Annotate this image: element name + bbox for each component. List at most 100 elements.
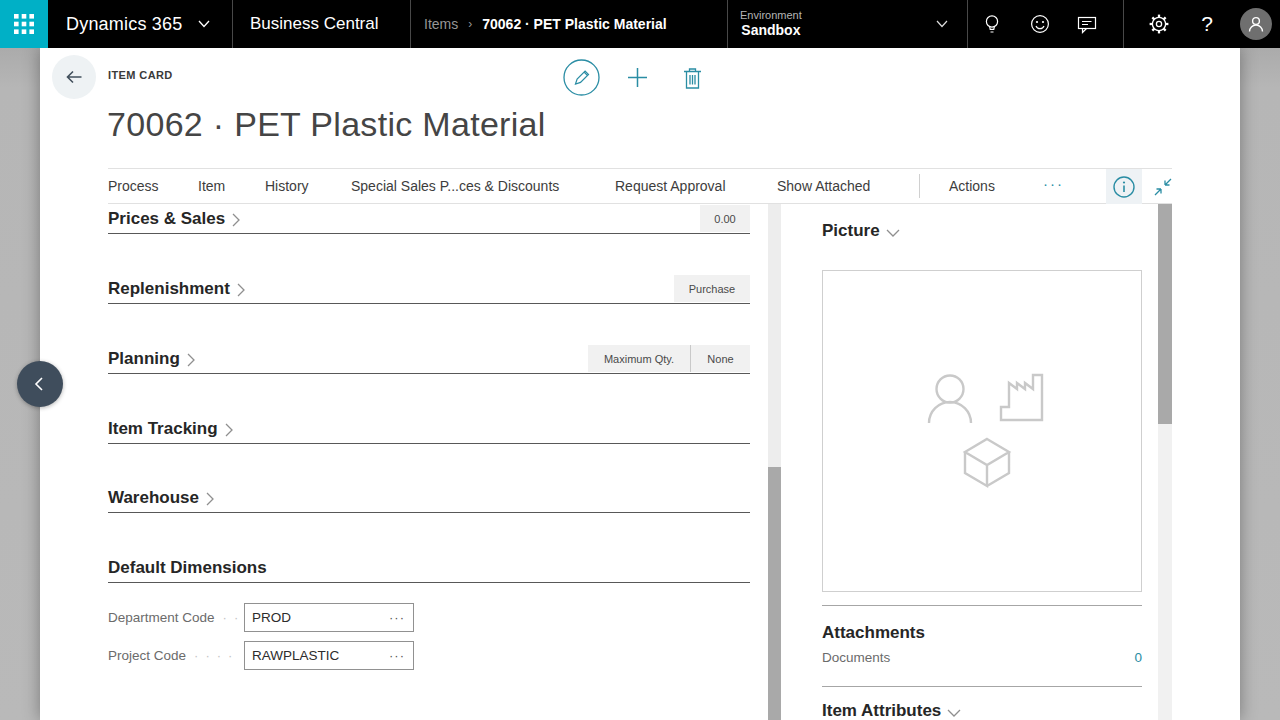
business-central-app: Dynamics 365 Business Central Items › 70… bbox=[0, 0, 1280, 720]
new-button[interactable] bbox=[627, 67, 648, 92]
chevron-right-icon bbox=[237, 283, 245, 297]
feedback-smiley-button[interactable] bbox=[1016, 0, 1064, 48]
section-label: Item Tracking bbox=[108, 419, 218, 439]
section-warehouse: Warehouse bbox=[108, 482, 750, 513]
menu-history[interactable]: History bbox=[265, 169, 309, 203]
avatar bbox=[1240, 8, 1272, 40]
card-type-label: ITEM CARD bbox=[108, 69, 173, 81]
right-pane-divider bbox=[822, 605, 1142, 606]
product-title-label: Business Central bbox=[250, 14, 379, 34]
section-default-dimensions-header: Default Dimensions bbox=[108, 558, 267, 578]
department-code-input[interactable]: PROD ··· bbox=[244, 603, 414, 632]
help-button[interactable]: ? bbox=[1183, 0, 1231, 48]
environment-chevron-icon[interactable] bbox=[936, 20, 948, 28]
trash-icon bbox=[683, 67, 702, 89]
breadcrumb-items-link[interactable]: Items bbox=[424, 16, 458, 32]
item-picture-placeholder[interactable] bbox=[822, 270, 1142, 592]
environment-picker[interactable]: Environment Sandbox bbox=[740, 0, 802, 48]
breadcrumb: Items › 70062 · PET Plastic Material bbox=[424, 0, 667, 48]
menu-special-sales[interactable]: Special Sales P...ces & Discounts bbox=[351, 169, 559, 203]
back-button[interactable] bbox=[52, 55, 96, 99]
chevron-down-icon bbox=[198, 20, 210, 28]
smiley-icon bbox=[1028, 12, 1052, 36]
section-item-tracking-header[interactable]: Item Tracking bbox=[108, 419, 233, 439]
section-default-dimensions: Default Dimensions bbox=[108, 552, 750, 583]
environment-label: Environment bbox=[740, 9, 802, 22]
settings-button[interactable] bbox=[1135, 0, 1183, 48]
page-scrollbar-thumb[interactable] bbox=[1158, 204, 1172, 424]
info-icon bbox=[1113, 176, 1135, 198]
environment-value: Sandbox bbox=[741, 22, 800, 39]
section-label: Attachments bbox=[822, 623, 925, 643]
chevron-left-icon bbox=[32, 376, 48, 392]
left-pane-scrollbar-thumb[interactable] bbox=[768, 467, 781, 720]
chevron-down-icon bbox=[886, 229, 900, 237]
assist-edit-button[interactable]: ··· bbox=[389, 610, 413, 625]
right-pane-divider bbox=[822, 686, 1142, 687]
action-menu-bar: Process Item History Special Sales P...c… bbox=[108, 168, 1172, 204]
page-scrollbar[interactable] bbox=[1158, 204, 1172, 720]
section-label: Planning bbox=[108, 349, 180, 369]
question-mark-icon: ? bbox=[1201, 12, 1213, 36]
topbar-divider bbox=[232, 0, 233, 48]
section-label: Default Dimensions bbox=[108, 558, 267, 578]
field-value: PROD bbox=[245, 610, 389, 625]
menu-actions[interactable]: Actions bbox=[949, 169, 995, 203]
section-prices-and-sales-header[interactable]: Prices & Sales bbox=[108, 209, 240, 229]
project-code-input[interactable]: RAWPLASTIC ··· bbox=[244, 641, 414, 670]
documents-label: Documents bbox=[822, 650, 890, 665]
chevron-down-icon bbox=[947, 709, 961, 717]
person-icon bbox=[1246, 14, 1266, 34]
documents-row: Documents 0 bbox=[822, 650, 1142, 672]
topbar-divider bbox=[1123, 0, 1124, 48]
section-label: Item Attributes bbox=[822, 701, 941, 720]
item-attributes-section-header[interactable]: Item Attributes bbox=[822, 701, 961, 720]
section-replenishment-header[interactable]: Replenishment bbox=[108, 279, 245, 299]
left-pane-scrollbar[interactable] bbox=[768, 204, 781, 720]
field-label: Project Code bbox=[108, 641, 186, 670]
field-department-code: Department Code ···················· PRO… bbox=[108, 603, 750, 632]
section-prices-and-sales: Prices & Sales 0.00 bbox=[108, 203, 750, 234]
pencil-icon bbox=[563, 59, 600, 96]
menu-overflow-button[interactable]: ··· bbox=[1043, 169, 1064, 203]
item-tracking-badge: None bbox=[690, 345, 750, 372]
menu-item-tab[interactable]: Item bbox=[198, 169, 225, 203]
menu-process[interactable]: Process bbox=[108, 169, 159, 203]
app-launcher-button[interactable] bbox=[0, 0, 48, 48]
chevron-right-icon bbox=[232, 213, 240, 227]
info-button[interactable] bbox=[1106, 169, 1142, 204]
back-arrow-icon bbox=[63, 66, 85, 88]
section-label: Replenishment bbox=[108, 279, 230, 299]
collapse-arrows-icon bbox=[1153, 177, 1173, 197]
assist-edit-button[interactable]: ··· bbox=[389, 648, 413, 663]
documents-count-link[interactable]: 0 bbox=[1134, 650, 1142, 665]
section-planning-header[interactable]: Planning bbox=[108, 349, 195, 369]
menu-show-attached[interactable]: Show Attached bbox=[777, 169, 870, 203]
delete-button[interactable] bbox=[683, 67, 702, 93]
unit-price-badge: 0.00 bbox=[700, 205, 750, 232]
section-replenishment: Replenishment Purchase bbox=[108, 273, 750, 304]
product-title[interactable]: Business Central bbox=[250, 0, 379, 48]
menu-request-approval[interactable]: Request Approval bbox=[615, 169, 726, 203]
section-label: Prices & Sales bbox=[108, 209, 225, 229]
chevron-right-icon bbox=[225, 423, 233, 437]
item-placeholder-icon bbox=[908, 369, 1058, 499]
top-navigation-bar: Dynamics 365 Business Central Items › 70… bbox=[0, 0, 1280, 48]
reordering-policy-badge: Maximum Qty. bbox=[588, 345, 690, 372]
replenishment-system-badge: Purchase bbox=[674, 275, 750, 302]
picture-section-header[interactable]: Picture bbox=[822, 221, 900, 241]
feedback-message-button[interactable] bbox=[1063, 0, 1111, 48]
topbar-divider bbox=[727, 0, 728, 48]
section-planning: Planning Maximum Qty. None bbox=[108, 343, 750, 374]
collapse-pane-button[interactable] bbox=[17, 361, 63, 407]
whats-new-button[interactable] bbox=[968, 0, 1016, 48]
section-warehouse-header[interactable]: Warehouse bbox=[108, 488, 214, 508]
account-button[interactable] bbox=[1232, 0, 1280, 48]
plus-icon bbox=[627, 67, 648, 88]
attachments-section-header: Attachments bbox=[822, 623, 925, 643]
app-title[interactable]: Dynamics 365 bbox=[66, 0, 210, 48]
gear-icon bbox=[1147, 12, 1171, 36]
edit-button[interactable] bbox=[563, 59, 600, 100]
leader-dots: ···················· bbox=[223, 603, 238, 632]
focus-mode-button[interactable] bbox=[1146, 169, 1180, 204]
